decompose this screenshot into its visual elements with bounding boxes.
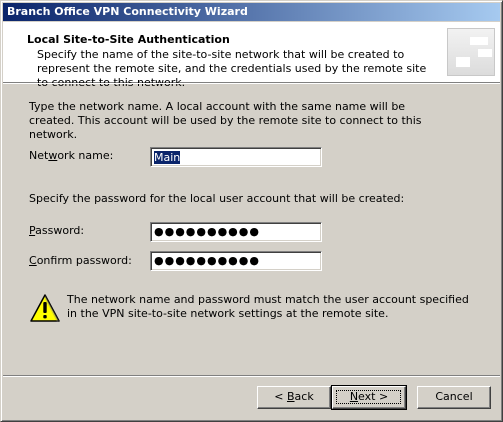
wizard-window: Branch Office VPN Connectivity Wizard Lo… <box>0 0 503 422</box>
warning-triangle-icon <box>30 294 60 322</box>
wizard-content: Type the network name. A local account w… <box>3 85 500 375</box>
page-title: Local Site-to-Site Authentication <box>27 33 230 46</box>
page-description: Specify the name of the site-to-site net… <box>37 48 427 89</box>
network-name-value: Main <box>154 151 181 164</box>
network-name-input[interactable]: Main <box>150 147 322 167</box>
confirm-password-label: Confirm password: <box>29 254 132 267</box>
title-bar[interactable]: Branch Office VPN Connectivity Wizard <box>3 3 500 21</box>
window-title: Branch Office VPN Connectivity Wizard <box>7 5 248 18</box>
footer-divider <box>3 375 500 377</box>
cancel-button[interactable]: Cancel <box>417 386 491 409</box>
password-input[interactable]: ●●●●●●●●●● <box>150 222 322 242</box>
intro-text: Type the network name. A local account w… <box>29 100 422 141</box>
wizard-header: Local Site-to-Site Authentication Specif… <box>3 22 500 89</box>
password-label: Password: <box>29 224 85 237</box>
wizard-banner-icon <box>447 28 495 76</box>
confirm-password-input[interactable]: ●●●●●●●●●● <box>150 251 322 271</box>
next-button[interactable]: Next > <box>331 385 407 410</box>
password-masked-value: ●●●●●●●●●● <box>154 225 260 238</box>
password-prompt-text: Specify the password for the local user … <box>29 192 405 205</box>
confirm-password-masked-value: ●●●●●●●●●● <box>154 254 260 267</box>
warning-message: The network name and password must match… <box>67 293 469 320</box>
network-name-label: Network name: <box>29 149 114 162</box>
back-button[interactable]: < Back <box>257 386 331 409</box>
